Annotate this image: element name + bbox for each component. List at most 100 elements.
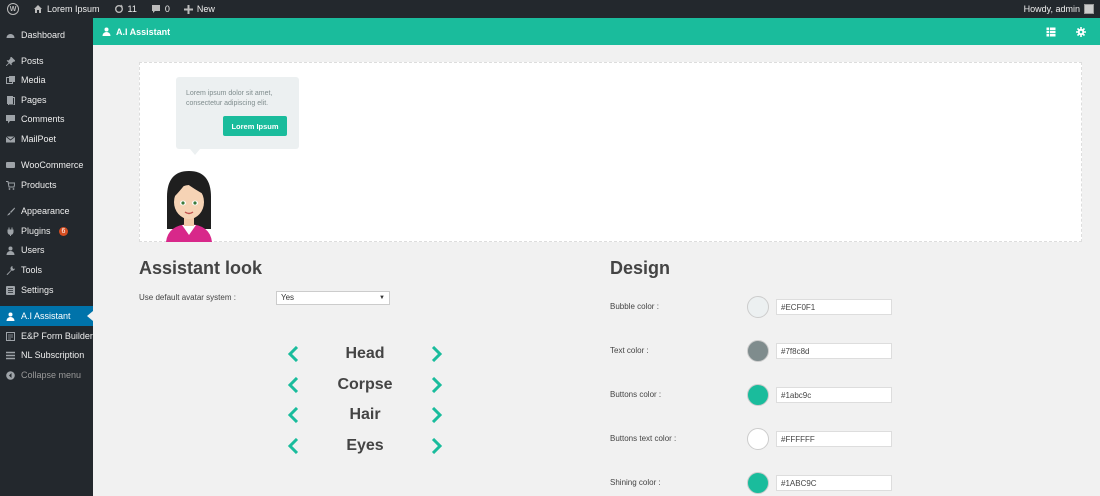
pin-icon [6,56,15,66]
menu-ai-assistant[interactable]: A.I Assistant [0,306,93,326]
menu-settings[interactable]: Settings [0,280,93,300]
menu-label: WooCommerce [21,160,84,170]
bubble-button[interactable]: Lorem Ipsum [223,116,287,136]
wordpress-icon: W [7,3,19,15]
menu-posts[interactable]: Posts [0,51,93,71]
part-label: Hair [349,406,381,423]
menu-label: Tools [21,265,43,275]
bubble-color-label: Bubble color : [610,302,659,311]
plugin-header: A.I Assistant [93,18,1100,45]
menu-dashboard[interactable]: Dashboard [0,25,93,45]
menu-woocommerce[interactable]: WooCommerce [0,155,93,175]
menu-nl-subscription[interactable]: NL Subscription [0,345,93,365]
shining-color-input[interactable] [776,475,892,491]
bubble-color-swatch[interactable] [747,296,769,318]
menu-products[interactable]: Products [0,175,93,195]
howdy-text: Howdy, admin [1023,4,1080,14]
part-label: Corpse [337,376,393,393]
site-name-link[interactable]: Lorem Ipsum [26,0,107,18]
chevron-right-icon[interactable] [429,407,443,423]
menu-label: NL Subscription [21,350,85,360]
part-selector-hair: Hair [285,404,445,426]
menu-mailpoet[interactable]: MailPoet [0,129,93,149]
buttons-color-label: Buttons color : [610,390,662,399]
comments-link[interactable]: 0 [144,0,177,18]
refresh-icon [114,4,123,13]
buttons-color-swatch[interactable] [747,384,769,406]
media-icon [6,75,15,85]
shining-color-swatch[interactable] [747,472,769,494]
menu-collapse[interactable]: Collapse menu [0,365,93,385]
menu-label: Collapse menu [21,370,82,380]
design-title: Design [610,258,671,278]
settings-icon [6,285,15,295]
bubble-color-input[interactable] [776,299,892,315]
text-color-label: Text color : [610,346,649,355]
default-avatar-label: Use default avatar system : [139,293,236,302]
menu-users[interactable]: Users [0,240,93,260]
woo-icon [6,161,15,170]
text-color-swatch[interactable] [747,340,769,362]
part-selector-corpse: Corpse [285,374,445,396]
cart-icon [6,180,15,190]
menu-label: Appearance [21,206,70,216]
menu-comments[interactable]: Comments [0,109,93,129]
plugins-update-badge: 6 [58,226,69,236]
menu-label: Plugins [21,226,51,236]
gear-icon[interactable] [1076,26,1086,37]
new-content-link[interactable]: New [177,0,222,18]
user-icon [6,246,15,255]
chevron-right-icon[interactable] [429,377,443,393]
default-avatar-value: Yes [281,293,295,302]
menu-pages[interactable]: Pages [0,90,93,110]
chevron-right-icon[interactable] [429,438,443,454]
chevron-left-icon[interactable] [287,438,301,454]
menu-label: Settings [21,285,54,295]
new-label: New [196,4,215,14]
list-icon [6,351,15,360]
speech-bubble: Lorem ipsum dolor sit amet, consectetur … [176,77,299,155]
dashboard-icon [6,31,15,40]
menu-label: E&P Form Builder [21,331,93,341]
comment-icon [6,114,15,124]
my-account[interactable]: Howdy, admin [1024,4,1100,14]
updates-link[interactable]: 11 [107,0,144,18]
user-avatar-icon [1084,4,1094,14]
menu-label: Users [21,245,45,255]
chevron-right-icon[interactable] [429,346,443,362]
header-actions [1046,18,1086,45]
home-icon [34,5,42,13]
menu-media[interactable]: Media [0,70,93,90]
mail-icon [6,135,15,144]
buttons-text-color-input[interactable] [776,431,892,447]
menu-appearance[interactable]: Appearance [0,201,93,221]
site-name: Lorem Ipsum [47,4,100,14]
menu-label: Products [21,180,57,190]
admin-bar: W Lorem Ipsum 11 0 New Howdy, admin [0,0,1100,18]
part-label: Eyes [346,437,384,454]
menu-tools[interactable]: Tools [0,260,93,280]
plug-icon [6,227,15,236]
menu-ep-form-builder[interactable]: E&P Form Builder [0,326,93,346]
table-icon[interactable] [1046,27,1056,37]
admin-sidebar: Dashboard Posts Media Pages Comments Mai… [0,18,93,496]
collapse-icon [6,370,15,380]
buttons-text-color-swatch[interactable] [747,428,769,450]
default-avatar-select[interactable]: Yes ▼ [276,291,390,305]
chevron-left-icon[interactable] [287,377,301,393]
menu-label: Dashboard [21,30,66,40]
chevron-left-icon[interactable] [287,346,301,362]
wordpress-logo[interactable]: W [0,0,26,18]
comments-count: 0 [164,4,170,14]
text-color-input[interactable] [776,343,892,359]
part-selector-eyes: Eyes [285,435,445,457]
chevron-down-icon: ▼ [379,295,385,301]
menu-label: A.I Assistant [21,311,71,321]
menu-plugins[interactable]: Plugins 6 [0,221,93,241]
chevron-left-icon[interactable] [287,407,301,423]
person-icon [6,312,15,321]
updates-count: 11 [127,4,137,14]
buttons-color-input[interactable] [776,387,892,403]
person-icon [102,27,111,36]
buttons-text-color-label: Buttons text color : [610,434,677,443]
